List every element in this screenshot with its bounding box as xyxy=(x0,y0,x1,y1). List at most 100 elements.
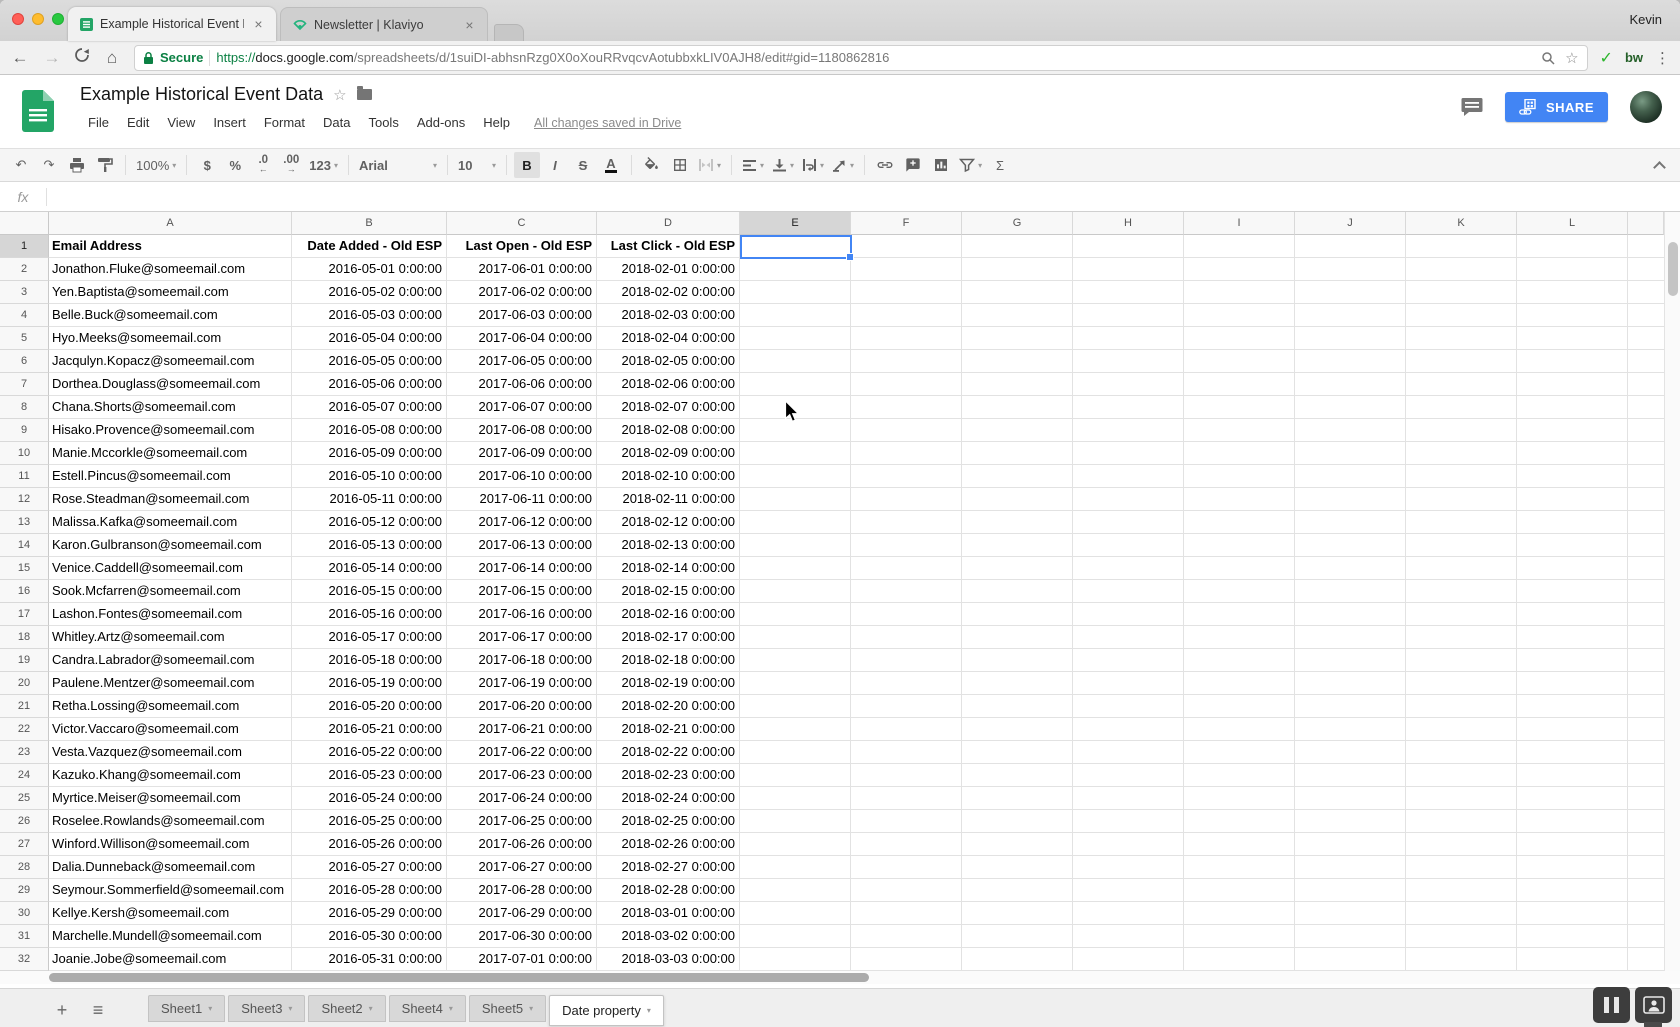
cell-A24[interactable]: Kazuko.Khang@someemail.com xyxy=(49,764,292,787)
row-header-1[interactable]: 1 xyxy=(0,235,49,258)
column-header-K[interactable]: K xyxy=(1406,212,1517,235)
cell-L26[interactable] xyxy=(1517,810,1628,833)
cell-K16[interactable] xyxy=(1406,580,1517,603)
cell-C25[interactable]: 2017-06-24 0:00:00 xyxy=(447,787,597,810)
row-header-17[interactable]: 17 xyxy=(0,603,49,626)
back-button[interactable]: ← xyxy=(10,48,30,68)
cell-D31[interactable]: 2018-03-02 0:00:00 xyxy=(597,925,740,948)
menu-insert[interactable]: Insert xyxy=(205,113,254,132)
cell-C16[interactable]: 2017-06-15 0:00:00 xyxy=(447,580,597,603)
cell-D15[interactable]: 2018-02-14 0:00:00 xyxy=(597,557,740,580)
cell-F4[interactable] xyxy=(851,304,962,327)
cell-H11[interactable] xyxy=(1073,465,1184,488)
redo-button[interactable]: ↷ xyxy=(36,152,62,178)
column-header-C[interactable]: C xyxy=(447,212,597,235)
cell-D18[interactable]: 2018-02-17 0:00:00 xyxy=(597,626,740,649)
text-wrap-select[interactable]: ▾ xyxy=(799,152,827,178)
star-document-icon[interactable]: ☆ xyxy=(333,86,346,104)
cell-I13[interactable] xyxy=(1184,511,1295,534)
cell-G2[interactable] xyxy=(962,258,1073,281)
cell-A5[interactable]: Hyo.Meeks@someemail.com xyxy=(49,327,292,350)
cell-I22[interactable] xyxy=(1184,718,1295,741)
cell-C32[interactable]: 2017-07-01 0:00:00 xyxy=(447,948,597,971)
cell-H19[interactable] xyxy=(1073,649,1184,672)
row-header-27[interactable]: 27 xyxy=(0,833,49,856)
cell-F29[interactable] xyxy=(851,879,962,902)
horizontal-scrollbar-thumb[interactable] xyxy=(49,973,869,982)
cell-J27[interactable] xyxy=(1295,833,1406,856)
cell-I17[interactable] xyxy=(1184,603,1295,626)
cell-A30[interactable]: Kellye.Kersh@someemail.com xyxy=(49,902,292,925)
cell-L20[interactable] xyxy=(1517,672,1628,695)
chevron-down-icon[interactable]: ▾ xyxy=(647,1006,651,1015)
cell-J24[interactable] xyxy=(1295,764,1406,787)
format-currency-button[interactable]: $ xyxy=(194,152,220,178)
cell-G25[interactable] xyxy=(962,787,1073,810)
cell-D32[interactable]: 2018-03-03 0:00:00 xyxy=(597,948,740,971)
cell-K5[interactable] xyxy=(1406,327,1517,350)
new-tab-button[interactable] xyxy=(494,24,524,41)
cell-L9[interactable] xyxy=(1517,419,1628,442)
cell-K19[interactable] xyxy=(1406,649,1517,672)
row-header-25[interactable]: 25 xyxy=(0,787,49,810)
cell-I7[interactable] xyxy=(1184,373,1295,396)
column-header-F[interactable]: F xyxy=(851,212,962,235)
cell-G3[interactable] xyxy=(962,281,1073,304)
row-header-15[interactable]: 15 xyxy=(0,557,49,580)
cell-I15[interactable] xyxy=(1184,557,1295,580)
cell-G23[interactable] xyxy=(962,741,1073,764)
cell-H22[interactable] xyxy=(1073,718,1184,741)
cell-L13[interactable] xyxy=(1517,511,1628,534)
cell-F10[interactable] xyxy=(851,442,962,465)
undo-button[interactable]: ↶ xyxy=(8,152,34,178)
column-header-A[interactable]: A xyxy=(49,212,292,235)
cell-I29[interactable] xyxy=(1184,879,1295,902)
row-header-31[interactable]: 31 xyxy=(0,925,49,948)
text-color-button[interactable]: A xyxy=(598,152,624,178)
cell-B1[interactable]: Date Added - Old ESP xyxy=(292,235,447,258)
row-header-8[interactable]: 8 xyxy=(0,396,49,419)
cell-G27[interactable] xyxy=(962,833,1073,856)
cell-C7[interactable]: 2017-06-06 0:00:00 xyxy=(447,373,597,396)
cell-C26[interactable]: 2017-06-25 0:00:00 xyxy=(447,810,597,833)
cell-K26[interactable] xyxy=(1406,810,1517,833)
cell-C23[interactable]: 2017-06-22 0:00:00 xyxy=(447,741,597,764)
cell-E3[interactable] xyxy=(740,281,851,304)
cell-K15[interactable] xyxy=(1406,557,1517,580)
cell-J28[interactable] xyxy=(1295,856,1406,879)
row-header-19[interactable]: 19 xyxy=(0,649,49,672)
add-sheet-button[interactable]: + xyxy=(48,1000,76,1021)
cell-A17[interactable]: Lashon.Fontes@someemail.com xyxy=(49,603,292,626)
cell-B15[interactable]: 2016-05-14 0:00:00 xyxy=(292,557,447,580)
browser-menu-icon[interactable]: ⋮ xyxy=(1655,49,1670,67)
cell-G26[interactable] xyxy=(962,810,1073,833)
cell-A2[interactable]: Jonathon.Fluke@someemail.com xyxy=(49,258,292,281)
row-header-2[interactable]: 2 xyxy=(0,258,49,281)
all-sheets-menu-button[interactable]: ≡ xyxy=(84,1000,112,1021)
format-percent-button[interactable]: % xyxy=(222,152,248,178)
cell-I28[interactable] xyxy=(1184,856,1295,879)
cell-D17[interactable]: 2018-02-16 0:00:00 xyxy=(597,603,740,626)
cell-I27[interactable] xyxy=(1184,833,1295,856)
cell-F31[interactable] xyxy=(851,925,962,948)
cell-E30[interactable] xyxy=(740,902,851,925)
cell-J3[interactable] xyxy=(1295,281,1406,304)
cell-J1[interactable] xyxy=(1295,235,1406,258)
sheet-tab-date-property[interactable]: Date property▾ xyxy=(549,995,664,1026)
cell-C21[interactable]: 2017-06-20 0:00:00 xyxy=(447,695,597,718)
cell-G14[interactable] xyxy=(962,534,1073,557)
cell-D6[interactable]: 2018-02-05 0:00:00 xyxy=(597,350,740,373)
cell-F1[interactable] xyxy=(851,235,962,258)
cell-B4[interactable]: 2016-05-03 0:00:00 xyxy=(292,304,447,327)
cell-C10[interactable]: 2017-06-09 0:00:00 xyxy=(447,442,597,465)
cell-B12[interactable]: 2016-05-11 0:00:00 xyxy=(292,488,447,511)
cell-K9[interactable] xyxy=(1406,419,1517,442)
cell-H25[interactable] xyxy=(1073,787,1184,810)
cell-A4[interactable]: Belle.Buck@someemail.com xyxy=(49,304,292,327)
browser-tab-klaviyo[interactable]: Newsletter | Klaviyo × xyxy=(280,7,488,41)
cell-F21[interactable] xyxy=(851,695,962,718)
sheet-tab-sheet4[interactable]: Sheet4▾ xyxy=(389,995,466,1022)
cell-C6[interactable]: 2017-06-05 0:00:00 xyxy=(447,350,597,373)
cell-H23[interactable] xyxy=(1073,741,1184,764)
cell-J32[interactable] xyxy=(1295,948,1406,971)
